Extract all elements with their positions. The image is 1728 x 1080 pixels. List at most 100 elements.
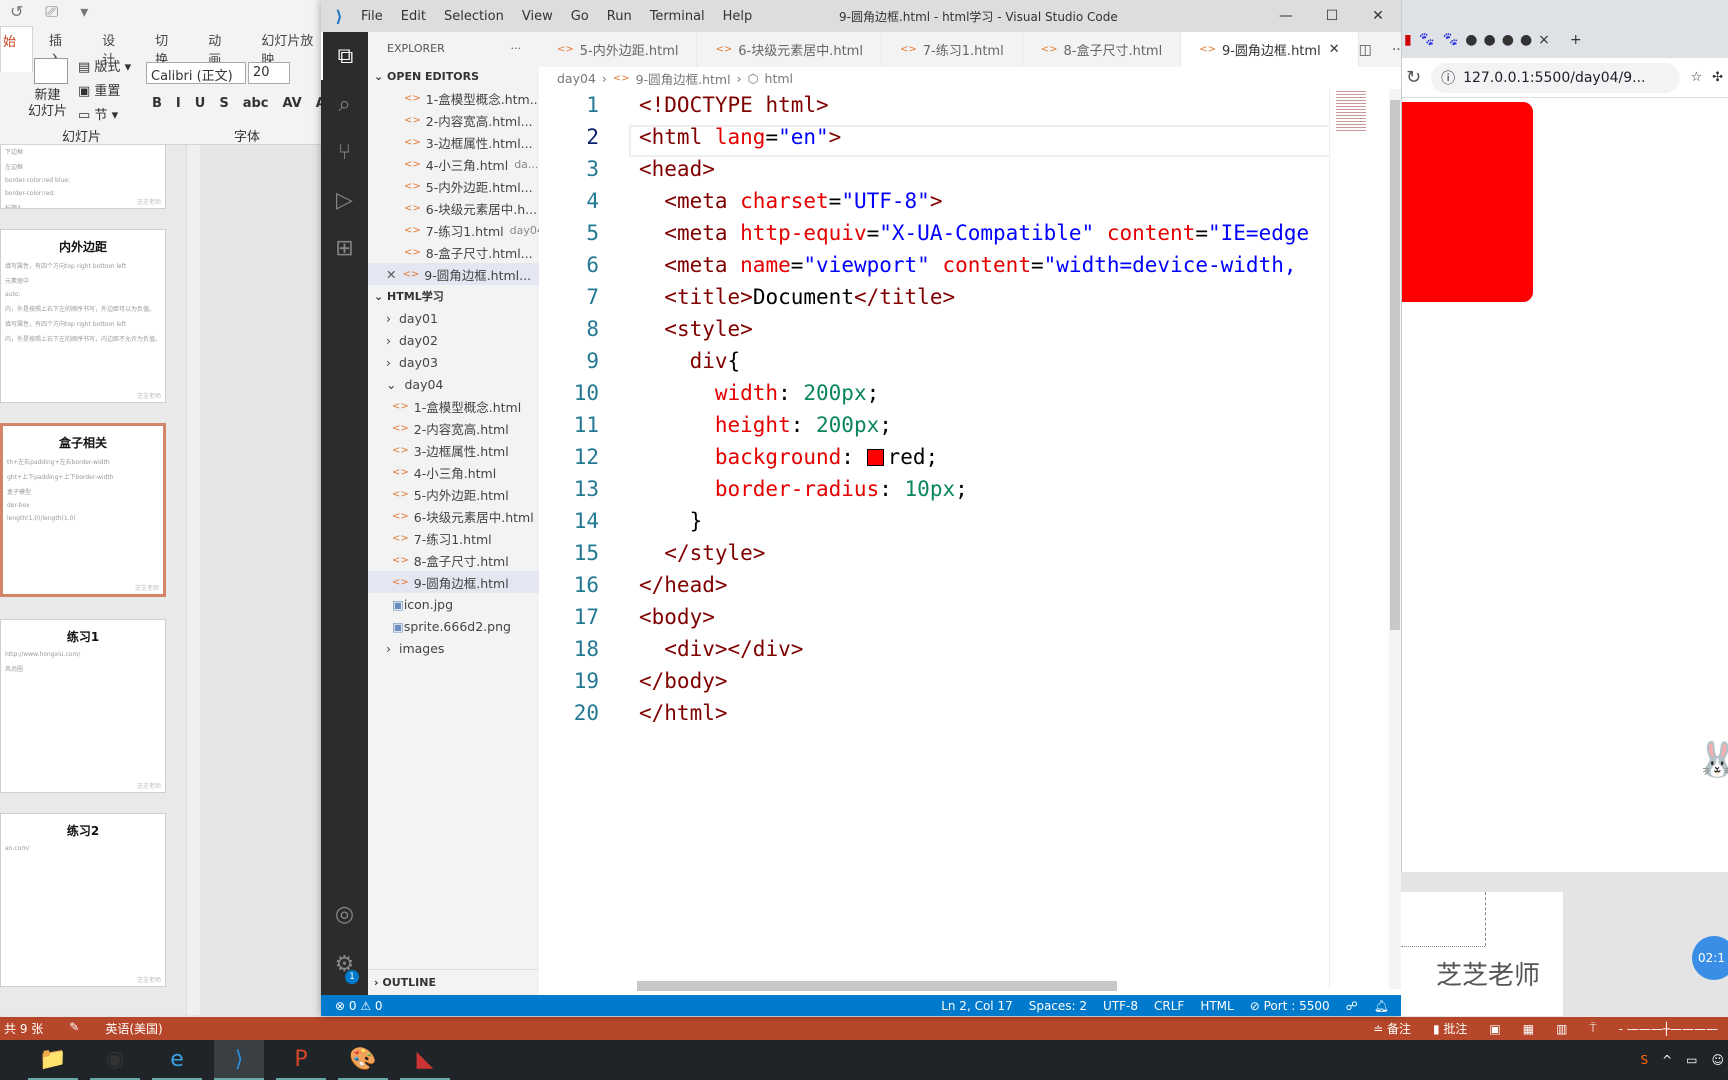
file-item[interactable]: <> 9-圆角边框.html xyxy=(368,571,539,593)
close-button[interactable]: ✕ xyxy=(1355,0,1401,32)
chrome-icon[interactable]: ◉ xyxy=(90,1040,140,1080)
menu-go[interactable]: Go xyxy=(571,9,589,24)
globe-tab-icon[interactable]: ● xyxy=(1520,32,1532,48)
close-tab-button[interactable]: × xyxy=(1538,32,1550,48)
slide-thumbnail[interactable]: 盒子相关 th+左右padding+左右border-width ght+上下pad… xyxy=(0,423,166,597)
char-spacing-button[interactable]: AV xyxy=(283,96,302,111)
editor-tab[interactable]: <> 8-盒子尺寸.html xyxy=(1023,32,1182,67)
section-button[interactable]: ▭ 节 ▾ xyxy=(78,104,118,123)
breadcrumb-element[interactable]: html xyxy=(765,71,793,86)
image-file-item[interactable]: ▣ sprite.666d2.png xyxy=(368,615,539,637)
close-tab-icon[interactable]: ✕ xyxy=(1329,42,1340,57)
editor-tab[interactable]: <> 9-圆角边框.html ✕ xyxy=(1181,32,1359,67)
explorer-icon[interactable]: ⧉ xyxy=(321,32,368,80)
folder-day03[interactable]: › day03 xyxy=(368,351,539,373)
open-editor-item[interactable]: <> 6-块级元素居中.h... xyxy=(368,197,539,219)
outline-section[interactable]: › OUTLINE xyxy=(368,969,539,995)
accounts-icon[interactable]: ◎ xyxy=(321,890,368,938)
source-control-icon[interactable]: ⑂ xyxy=(321,128,368,176)
code-editor[interactable]: 1 <!DOCTYPE html> 2 <html lang="en"> 3 <head>… xyxy=(539,89,1329,989)
italic-button[interactable]: I xyxy=(176,96,181,111)
open-editor-item[interactable]: <> 8-盒子尺寸.html... xyxy=(368,241,539,263)
sorter-view-icon[interactable]: ▦ xyxy=(1523,1022,1534,1036)
font-name-select[interactable]: Calibri (正文) xyxy=(146,62,246,84)
cursor-position[interactable]: Ln 2, Col 17 xyxy=(941,999,1013,1013)
settings-gear-icon[interactable]: ⚙ 1 xyxy=(321,940,368,988)
slide-thumbnail[interactable]: 右边框下边框左边框border-color:red blue;border-co… xyxy=(0,145,166,209)
editor-horizontal-scrollbar[interactable] xyxy=(637,981,1117,991)
new-slide-button[interactable]: 新建 幻灯片 xyxy=(28,88,67,120)
menu-help[interactable]: Help xyxy=(723,9,753,24)
open-editor-item[interactable]: ✕ <> 9-圆角边框.html... xyxy=(368,263,539,285)
vscode-taskbar-icon[interactable]: ⟩ xyxy=(214,1040,264,1080)
encoding[interactable]: UTF-8 xyxy=(1103,999,1138,1013)
ime-icon[interactable]: S xyxy=(1640,1053,1648,1067)
color-swatch[interactable] xyxy=(866,449,884,466)
ie-icon[interactable]: e xyxy=(152,1040,202,1080)
tab-favicon-icon[interactable]: ▮ xyxy=(1404,32,1412,48)
extensions-icon[interactable]: ⊞ xyxy=(321,224,368,272)
line-ending[interactable]: CRLF xyxy=(1154,999,1184,1013)
feedback-icon[interactable]: ☍ xyxy=(1346,999,1358,1013)
layout-button[interactable]: ▤ 版式 ▾ xyxy=(78,56,131,75)
folder-day02[interactable]: › day02 xyxy=(368,329,539,351)
slideshow-icon[interactable]: ⎚ xyxy=(45,2,58,22)
file-item[interactable]: <> 7-练习1.html xyxy=(368,527,539,549)
live-server-port[interactable]: ⊘ Port : 5500 xyxy=(1250,999,1330,1013)
file-item[interactable]: <> 3-边框属性.html xyxy=(368,439,539,461)
scrollbar-thumb[interactable] xyxy=(1390,100,1400,630)
powerpoint-icon[interactable]: P xyxy=(276,1040,326,1080)
file-item[interactable]: <> 4-小三角.html xyxy=(368,461,539,483)
editor-tab[interactable]: <> 7-练习1.html xyxy=(882,32,1023,67)
normal-view-icon[interactable]: ▣ xyxy=(1489,1022,1500,1036)
bold-button[interactable]: B xyxy=(152,96,162,111)
tray-expand-icon[interactable]: ^ xyxy=(1662,1053,1672,1067)
menu-terminal[interactable]: Terminal xyxy=(650,9,705,24)
slide-thumbnail[interactable]: 练习1 http://www.hongxiu.com/风尚圈 芝芝老师 xyxy=(0,619,166,793)
new-tab-button[interactable]: + xyxy=(1570,32,1582,48)
redo-icon[interactable]: ↺ xyxy=(10,2,23,22)
slide-thumbnail[interactable]: 内外边距 填写属性，有四个方向top right bottom left 元素居中 a… xyxy=(0,229,166,403)
more-actions-icon[interactable]: ··· xyxy=(511,42,522,55)
file-item[interactable]: <> 2-内容宽高.html xyxy=(368,417,539,439)
info-icon[interactable]: ⓘ xyxy=(1441,68,1455,88)
notes-button[interactable]: ≐ 备注 xyxy=(1373,1020,1411,1037)
language-mode[interactable]: HTML xyxy=(1200,999,1233,1013)
breadcrumb-file[interactable]: 9-圆角边框.html xyxy=(636,69,731,88)
zoom-slider[interactable]: - ———┼———— xyxy=(1619,1022,1718,1036)
menu-edit[interactable]: Edit xyxy=(401,9,426,24)
editor-tab[interactable]: <> 6-块级元素居中.html xyxy=(697,32,882,67)
folder-day01[interactable]: › day01 xyxy=(368,307,539,329)
indentation[interactable]: Spaces: 2 xyxy=(1029,999,1087,1013)
globe-tab-icon[interactable]: ● xyxy=(1484,32,1496,48)
slide-panel-scrollbar[interactable] xyxy=(186,145,200,1015)
app-icon[interactable]: ◣ xyxy=(400,1040,450,1080)
bookmark-star-icon[interactable]: ☆ xyxy=(1690,70,1702,85)
reset-button[interactable]: ▣ 重置 xyxy=(78,80,120,99)
menu-selection[interactable]: Selection xyxy=(444,9,504,24)
baidu-tab-icon[interactable]: 🐾︎ xyxy=(1418,32,1436,48)
slide-canvas[interactable] xyxy=(1401,892,1563,1016)
reload-icon[interactable]: ↻ xyxy=(1406,67,1421,88)
file-explorer-icon[interactable]: 📁 xyxy=(28,1040,78,1080)
reading-view-icon[interactable]: ▥ xyxy=(1556,1022,1567,1036)
language-indicator[interactable]: 英语(美国) xyxy=(105,1020,162,1037)
close-editor-icon[interactable]: ✕ xyxy=(386,267,396,282)
workspace-section[interactable]: ⌄ HTML学习 xyxy=(368,285,539,307)
underline-button[interactable]: U xyxy=(195,96,206,111)
notifications-bell-icon[interactable]: 🔔︎ xyxy=(1374,999,1389,1013)
menu-file[interactable]: File xyxy=(361,9,383,24)
baidu-tab-icon[interactable]: 🐾︎ xyxy=(1442,32,1460,48)
file-item[interactable]: <> 5-内外边距.html xyxy=(368,483,539,505)
customize-icon[interactable]: ▾ xyxy=(80,2,88,22)
slide-thumbnail[interactable]: 练习2 an.com/芝芝老师 xyxy=(0,813,166,987)
minimap[interactable] xyxy=(1329,89,1389,989)
folder-images[interactable]: › images xyxy=(368,637,539,659)
open-editor-item[interactable]: <> 2-内容宽高.html... xyxy=(368,109,539,131)
address-bar[interactable]: ⓘ 127.0.0.1:5500/day04/9... xyxy=(1431,62,1681,93)
paint-icon[interactable]: 🎨 xyxy=(338,1040,388,1080)
extensions-icon[interactable]: ✣ xyxy=(1712,70,1728,85)
comments-button[interactable]: ▮ 批注 xyxy=(1433,1020,1467,1037)
slideshow-view-icon[interactable]: ⍑ xyxy=(1589,1021,1596,1036)
strikethrough-button[interactable]: abc xyxy=(243,96,269,111)
